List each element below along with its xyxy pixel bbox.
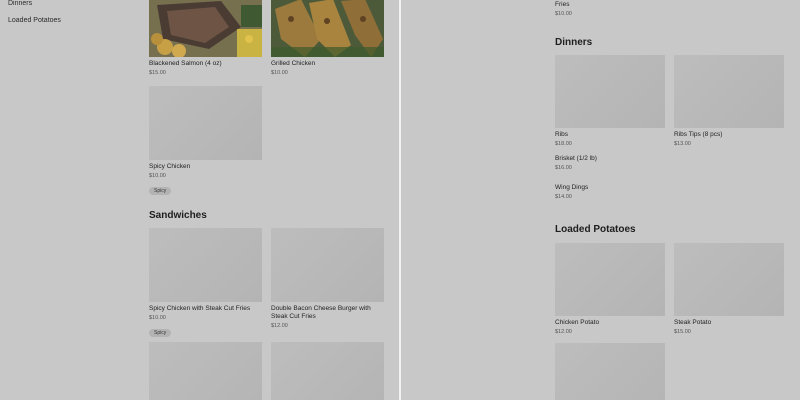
menu-item-card[interactable]: Chicken Potato $12.00 (555, 243, 665, 335)
item-name: Double Bacon Cheese Burger with Steak Cu… (271, 305, 371, 320)
spicy-tag: Spicy (149, 187, 172, 195)
item-price: $14.00 (555, 194, 572, 200)
item-price: $13.00 (674, 141, 691, 147)
salmon-image (149, 0, 262, 58)
item-name: Steak Potato (674, 319, 712, 326)
grilled-chicken-image (271, 0, 384, 57)
menu-item[interactable]: Wing Dings $14.00 (555, 184, 588, 200)
item-name: Grilled Chicken (271, 60, 316, 67)
item-name: Ribs (555, 131, 569, 138)
menu-item-card[interactable]: Steak Potato $15.00 (674, 243, 784, 335)
menu-item-card[interactable] (271, 342, 384, 400)
item-name: Blackened Salmon (4 oz) (149, 60, 222, 67)
menu-item-card[interactable] (555, 343, 665, 400)
item-price: $15.00 (149, 70, 166, 76)
salmon-photo (149, 0, 262, 58)
item-name: Fries (555, 1, 570, 8)
section-title-dinners: Dinners (555, 37, 593, 48)
item-name: Chicken Potato (555, 319, 600, 326)
nav-link-loaded-potatoes[interactable]: Loaded Potatoes (8, 17, 61, 24)
menu-item-card[interactable]: Double Bacon Cheese Burger with Steak Cu… (271, 228, 384, 329)
menu-item[interactable]: Fries $10.00 (555, 1, 572, 17)
right-panel: Fries $10.00 Dinners Ribs $18.00 Ribs Ti… (401, 0, 800, 400)
item-image-placeholder (555, 343, 665, 400)
menu-item-card[interactable] (149, 342, 262, 400)
section-title-sandwiches: Sandwiches (149, 210, 207, 221)
item-name: Wing Dings (555, 184, 589, 191)
menu-item-card[interactable]: Grilled Chicken $10.00 (271, 0, 384, 76)
item-image-placeholder (674, 243, 784, 316)
item-price: $16.00 (555, 165, 572, 171)
spicy-tag: Spicy (149, 329, 172, 337)
item-name: Spicy Chicken with Steak Cut Fries (149, 305, 251, 312)
item-price: $12.00 (271, 323, 288, 329)
item-image-placeholder (674, 55, 784, 128)
item-price: $18.00 (555, 141, 572, 147)
nav-link-dinners[interactable]: Dinners (8, 0, 32, 7)
item-image-placeholder (555, 55, 665, 128)
item-image-placeholder (149, 228, 262, 302)
grilled-chicken-photo (271, 0, 384, 57)
item-price: $10.00 (271, 70, 288, 76)
item-price: $10.00 (149, 315, 166, 321)
item-image-placeholder (149, 342, 262, 400)
item-image-placeholder (555, 243, 665, 316)
section-title-loaded-potatoes: Loaded Potatoes (555, 224, 636, 235)
item-name: Spicy Chicken (149, 163, 191, 170)
left-panel: Dinners Loaded Potatoes Blackened Salmon… (0, 0, 399, 400)
item-price: $10.00 (555, 11, 572, 17)
menu-item-card[interactable]: Spicy Chicken $10.00 Spicy (149, 86, 262, 197)
item-image-placeholder (271, 228, 384, 302)
menu-item-card[interactable]: Spicy Chicken with Steak Cut Fries $10.0… (149, 228, 262, 339)
item-image-placeholder (149, 86, 262, 160)
menu-item-card[interactable]: Ribs $18.00 (555, 55, 665, 147)
menu-item[interactable]: Brisket (1/2 lb) $16.00 (555, 155, 597, 171)
item-image-placeholder (271, 342, 384, 400)
item-price: $10.00 (149, 173, 166, 179)
menu-item-card[interactable]: Blackened Salmon (4 oz) $15.00 (149, 0, 262, 76)
menu-item-card[interactable]: Ribs Tips (8 pcs) $13.00 (674, 55, 784, 147)
item-price: $15.00 (674, 329, 691, 335)
item-name: Brisket (1/2 lb) (555, 155, 597, 162)
item-name: Ribs Tips (8 pcs) (674, 131, 723, 138)
item-price: $12.00 (555, 329, 572, 335)
